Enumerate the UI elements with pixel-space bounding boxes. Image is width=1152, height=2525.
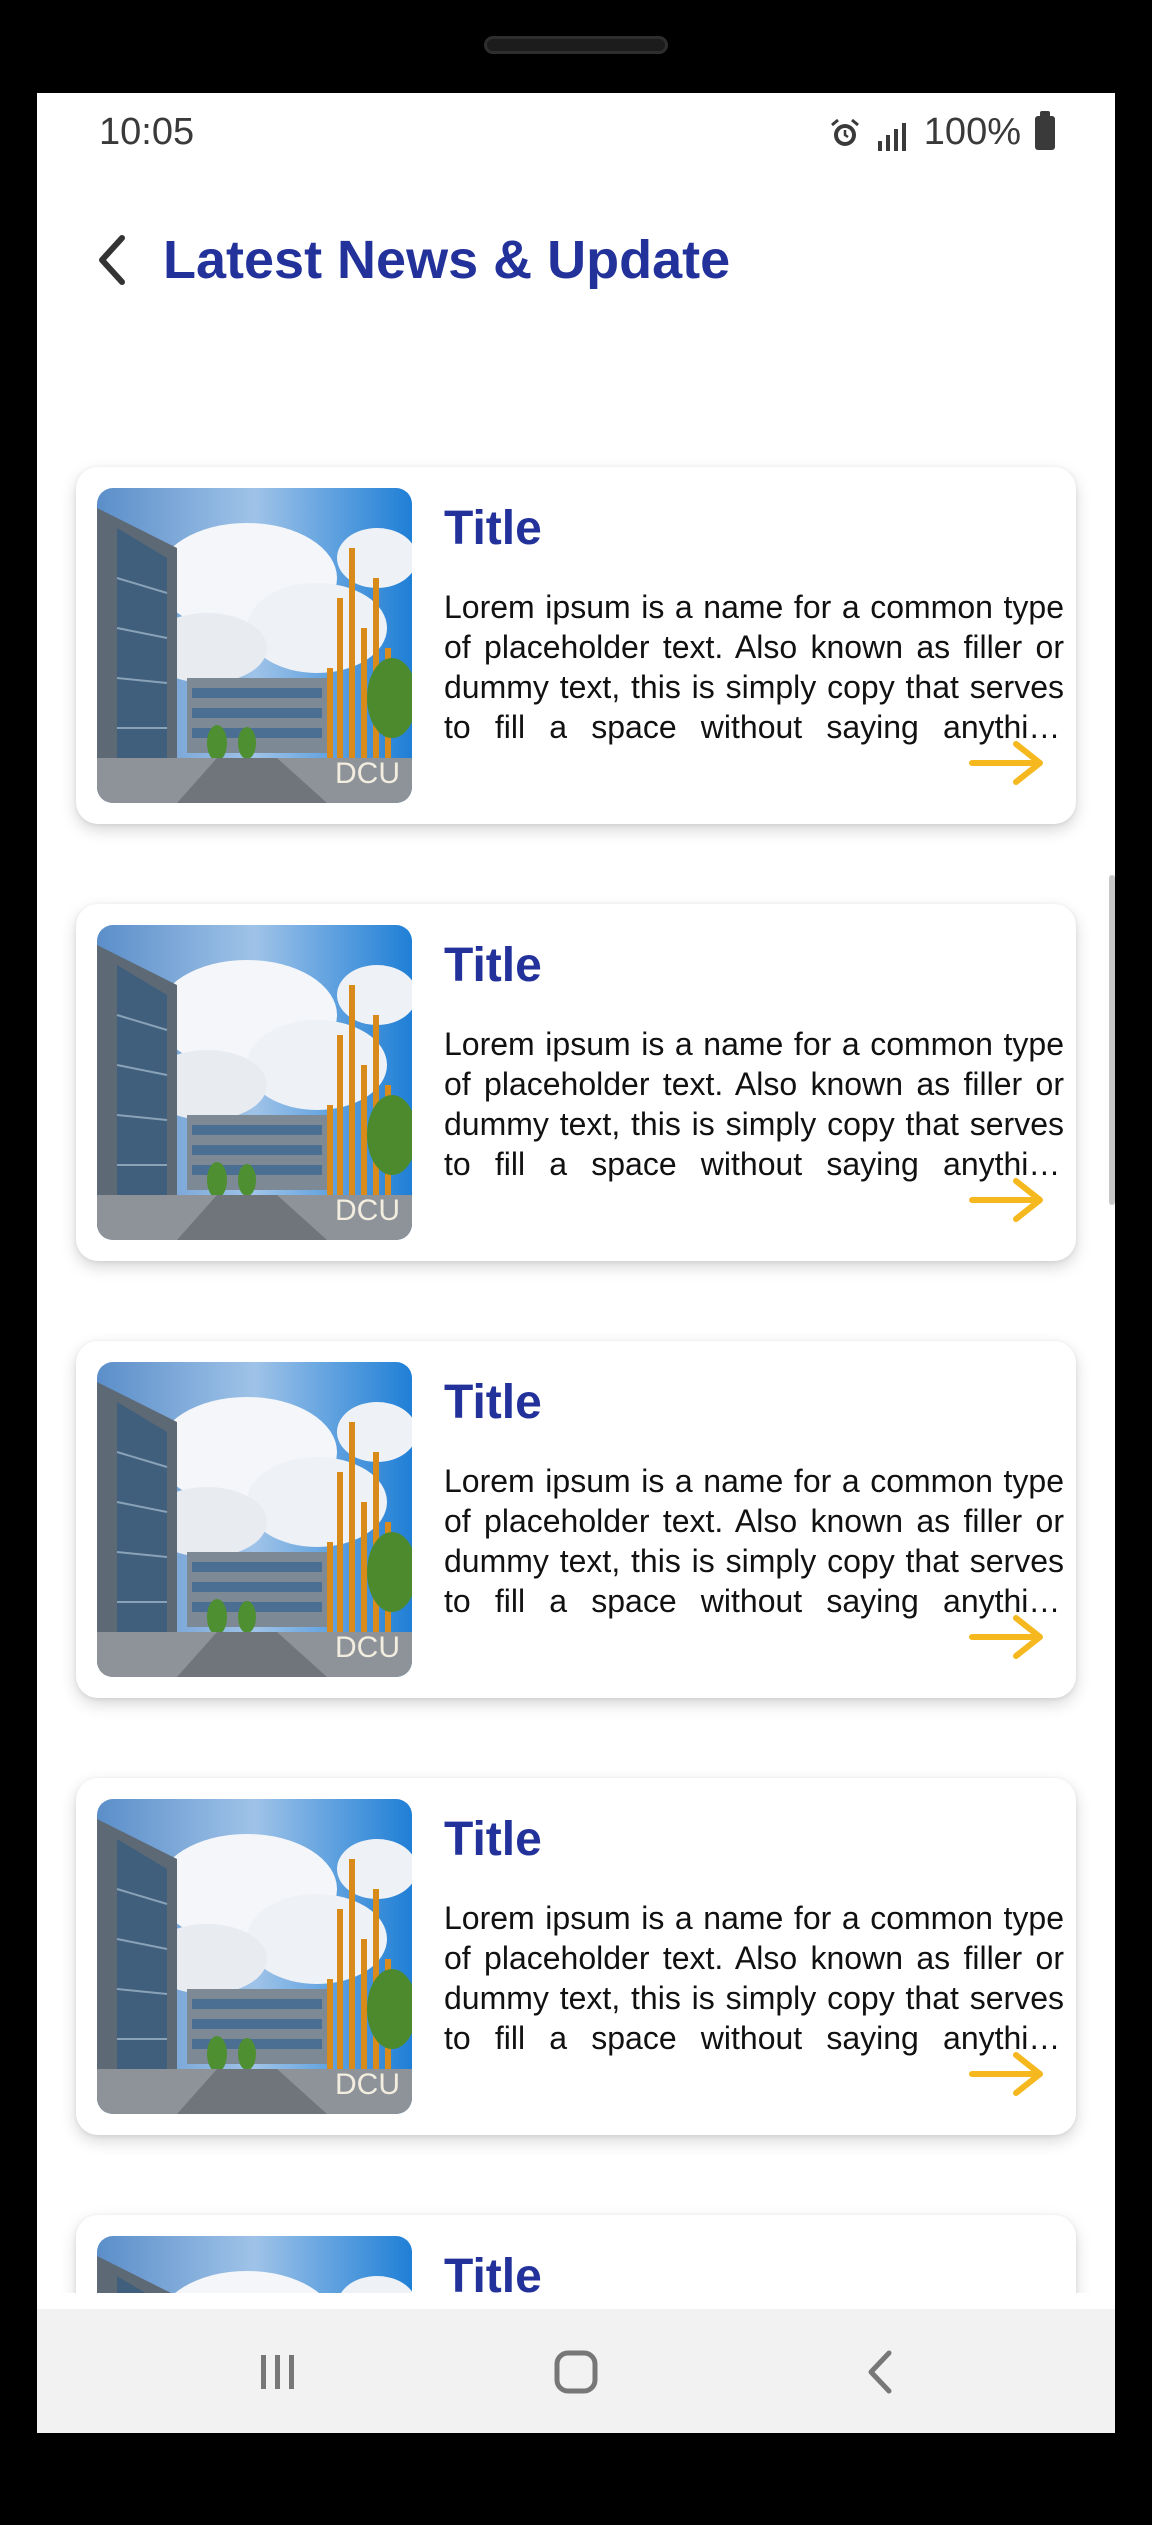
news-card[interactable]: DCU Title Lorem ipsum is a name for a co…	[76, 904, 1076, 1261]
app-header: Latest News & Update	[37, 203, 1115, 323]
back-button[interactable]	[77, 225, 147, 295]
news-image: DCU	[97, 488, 412, 803]
news-image: DCU	[97, 1362, 412, 1677]
news-card[interactable]: DCU Title Lorem ipsum is a name for a co…	[76, 1341, 1076, 1698]
svg-text:DCU: DCU	[335, 2068, 400, 2101]
news-image: DCU	[97, 2236, 412, 2293]
news-thumbnail: DCU	[97, 1362, 412, 1677]
news-card[interactable]: DCU Title Lorem ipsum is a name for a co…	[76, 1778, 1076, 2135]
recent-apps-icon	[261, 2355, 294, 2389]
page-title: Latest News & Update	[163, 230, 731, 290]
back-icon	[868, 2350, 892, 2394]
status-indicators: 100%	[828, 110, 1055, 154]
news-thumbnail: DCU	[97, 488, 412, 803]
battery-percent: 100%	[923, 111, 1021, 153]
alarm-icon	[828, 116, 862, 150]
news-excerpt: Lorem ipsum is a name for a common type …	[444, 1026, 1064, 1182]
news-list[interactable]: DCU Title Lorem ipsum is a name for a co…	[37, 333, 1115, 2293]
svg-text:DCU: DCU	[335, 1631, 400, 1664]
status-time: 10:05	[99, 111, 195, 153]
news-title: Title	[444, 939, 542, 992]
news-title: Title	[444, 1813, 542, 1866]
news-card[interactable]: DCU Title Lorem ipsum is a name for a co…	[76, 467, 1076, 824]
signal-icon	[876, 118, 910, 151]
status-bar: 10:05 100%	[37, 93, 1115, 173]
arrow-right-icon[interactable]	[968, 1177, 1046, 1223]
system-back-button[interactable]	[847, 2337, 917, 2407]
home-button[interactable]	[541, 2337, 611, 2407]
news-title: Title	[444, 1376, 542, 1429]
news-image: DCU	[97, 1799, 412, 2114]
home-icon	[554, 2350, 598, 2394]
recent-apps-button[interactable]	[243, 2337, 313, 2407]
screen: 10:05 100% Latest News & Update DCU Titl…	[37, 93, 1115, 2433]
news-thumbnail: DCU	[97, 925, 412, 1240]
speaker-grille	[484, 36, 668, 54]
news-card[interactable]: DCU Title Lorem ipsum is a name for a co…	[76, 2215, 1076, 2293]
scrollbar[interactable]	[1109, 875, 1115, 1205]
news-excerpt: Lorem ipsum is a name for a common type …	[444, 589, 1064, 745]
arrow-right-icon[interactable]	[968, 1614, 1046, 1660]
arrow-right-icon[interactable]	[968, 2051, 1046, 2097]
news-excerpt: Lorem ipsum is a name for a common type …	[444, 1463, 1064, 1619]
news-excerpt: Lorem ipsum is a name for a common type …	[444, 1900, 1064, 2056]
chevron-left-icon	[99, 235, 125, 285]
arrow-right-icon[interactable]	[968, 740, 1046, 786]
news-title: Title	[444, 2250, 542, 2293]
battery-icon	[1035, 110, 1055, 150]
system-nav-bar	[37, 2309, 1115, 2433]
news-thumbnail: DCU	[97, 1799, 412, 2114]
phone-frame: 10:05 100% Latest News & Update DCU Titl…	[0, 0, 1152, 2525]
news-thumbnail: DCU	[97, 2236, 412, 2293]
svg-text:DCU: DCU	[335, 1194, 400, 1227]
svg-text:DCU: DCU	[335, 757, 400, 790]
news-title: Title	[444, 502, 542, 555]
news-image: DCU	[97, 925, 412, 1240]
